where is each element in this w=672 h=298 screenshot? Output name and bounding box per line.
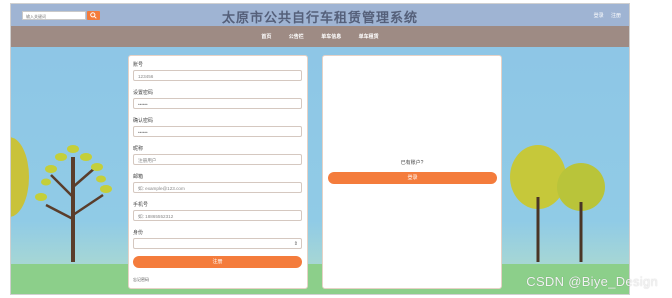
tree-left-illustration bbox=[11, 137, 112, 262]
hero-background bbox=[11, 47, 629, 294]
nav-item-bike-rental[interactable]: 单车租赁 bbox=[359, 33, 379, 40]
field-label: 邮箱 bbox=[133, 174, 144, 180]
register-button[interactable]: 注册 bbox=[133, 256, 302, 268]
field-label: 身份 bbox=[133, 230, 144, 236]
select-arrow-icon: ⇕ bbox=[293, 241, 298, 247]
tree-right-illustration bbox=[510, 145, 605, 262]
account-input[interactable]: 123456 bbox=[133, 70, 302, 81]
login-card: 已有账户? 登录 bbox=[322, 55, 502, 289]
auth-links: 登录 注册 bbox=[588, 12, 621, 19]
csdn-watermark: CSDN @Biye_Design bbox=[526, 274, 658, 289]
login-link[interactable]: 登录 bbox=[594, 13, 604, 19]
main-nav: 首页 公告栏 单车信息 单车租赁 bbox=[11, 26, 629, 47]
field-label: 确认密码 bbox=[133, 118, 154, 124]
confirm-password-input[interactable]: •••••• bbox=[133, 126, 302, 137]
login-button[interactable]: 登录 bbox=[328, 172, 497, 184]
browser-viewport: 输入关键词 太原市公共自行车租赁管理系统 登录 注册 首页 公告栏 单车信息 单… bbox=[10, 3, 630, 295]
email-input[interactable]: 如: example@123.com bbox=[133, 182, 302, 193]
identity-select[interactable]: ⇕ bbox=[133, 238, 302, 249]
field-label: 设置密码 bbox=[133, 90, 154, 96]
nav-item-notices[interactable]: 公告栏 bbox=[289, 33, 304, 40]
field-label: 账号 bbox=[133, 62, 144, 68]
nav-item-home[interactable]: 首页 bbox=[261, 33, 271, 40]
forgot-password-link[interactable]: 忘记密码 bbox=[133, 277, 149, 283]
phone-input[interactable]: 如: 18865552312 bbox=[133, 210, 302, 221]
field-label: 手机号 bbox=[133, 202, 149, 208]
nickname-input[interactable]: 注册用户 bbox=[133, 154, 302, 165]
have-account-text: 已有账户? bbox=[400, 160, 424, 166]
password-input[interactable]: •••••• bbox=[133, 98, 302, 109]
field-label: 昵称 bbox=[133, 146, 144, 152]
register-link[interactable]: 注册 bbox=[611, 13, 621, 19]
register-card: 账号 123456 设置密码 •••••• 确认密码 •••••• 昵称 注册用… bbox=[128, 55, 308, 289]
site-title: 太原市公共自行车租赁管理系统 bbox=[221, 10, 418, 25]
nav-item-bike-info[interactable]: 单车信息 bbox=[321, 33, 341, 40]
top-header: 输入关键词 太原市公共自行车租赁管理系统 登录 注册 bbox=[11, 4, 629, 26]
